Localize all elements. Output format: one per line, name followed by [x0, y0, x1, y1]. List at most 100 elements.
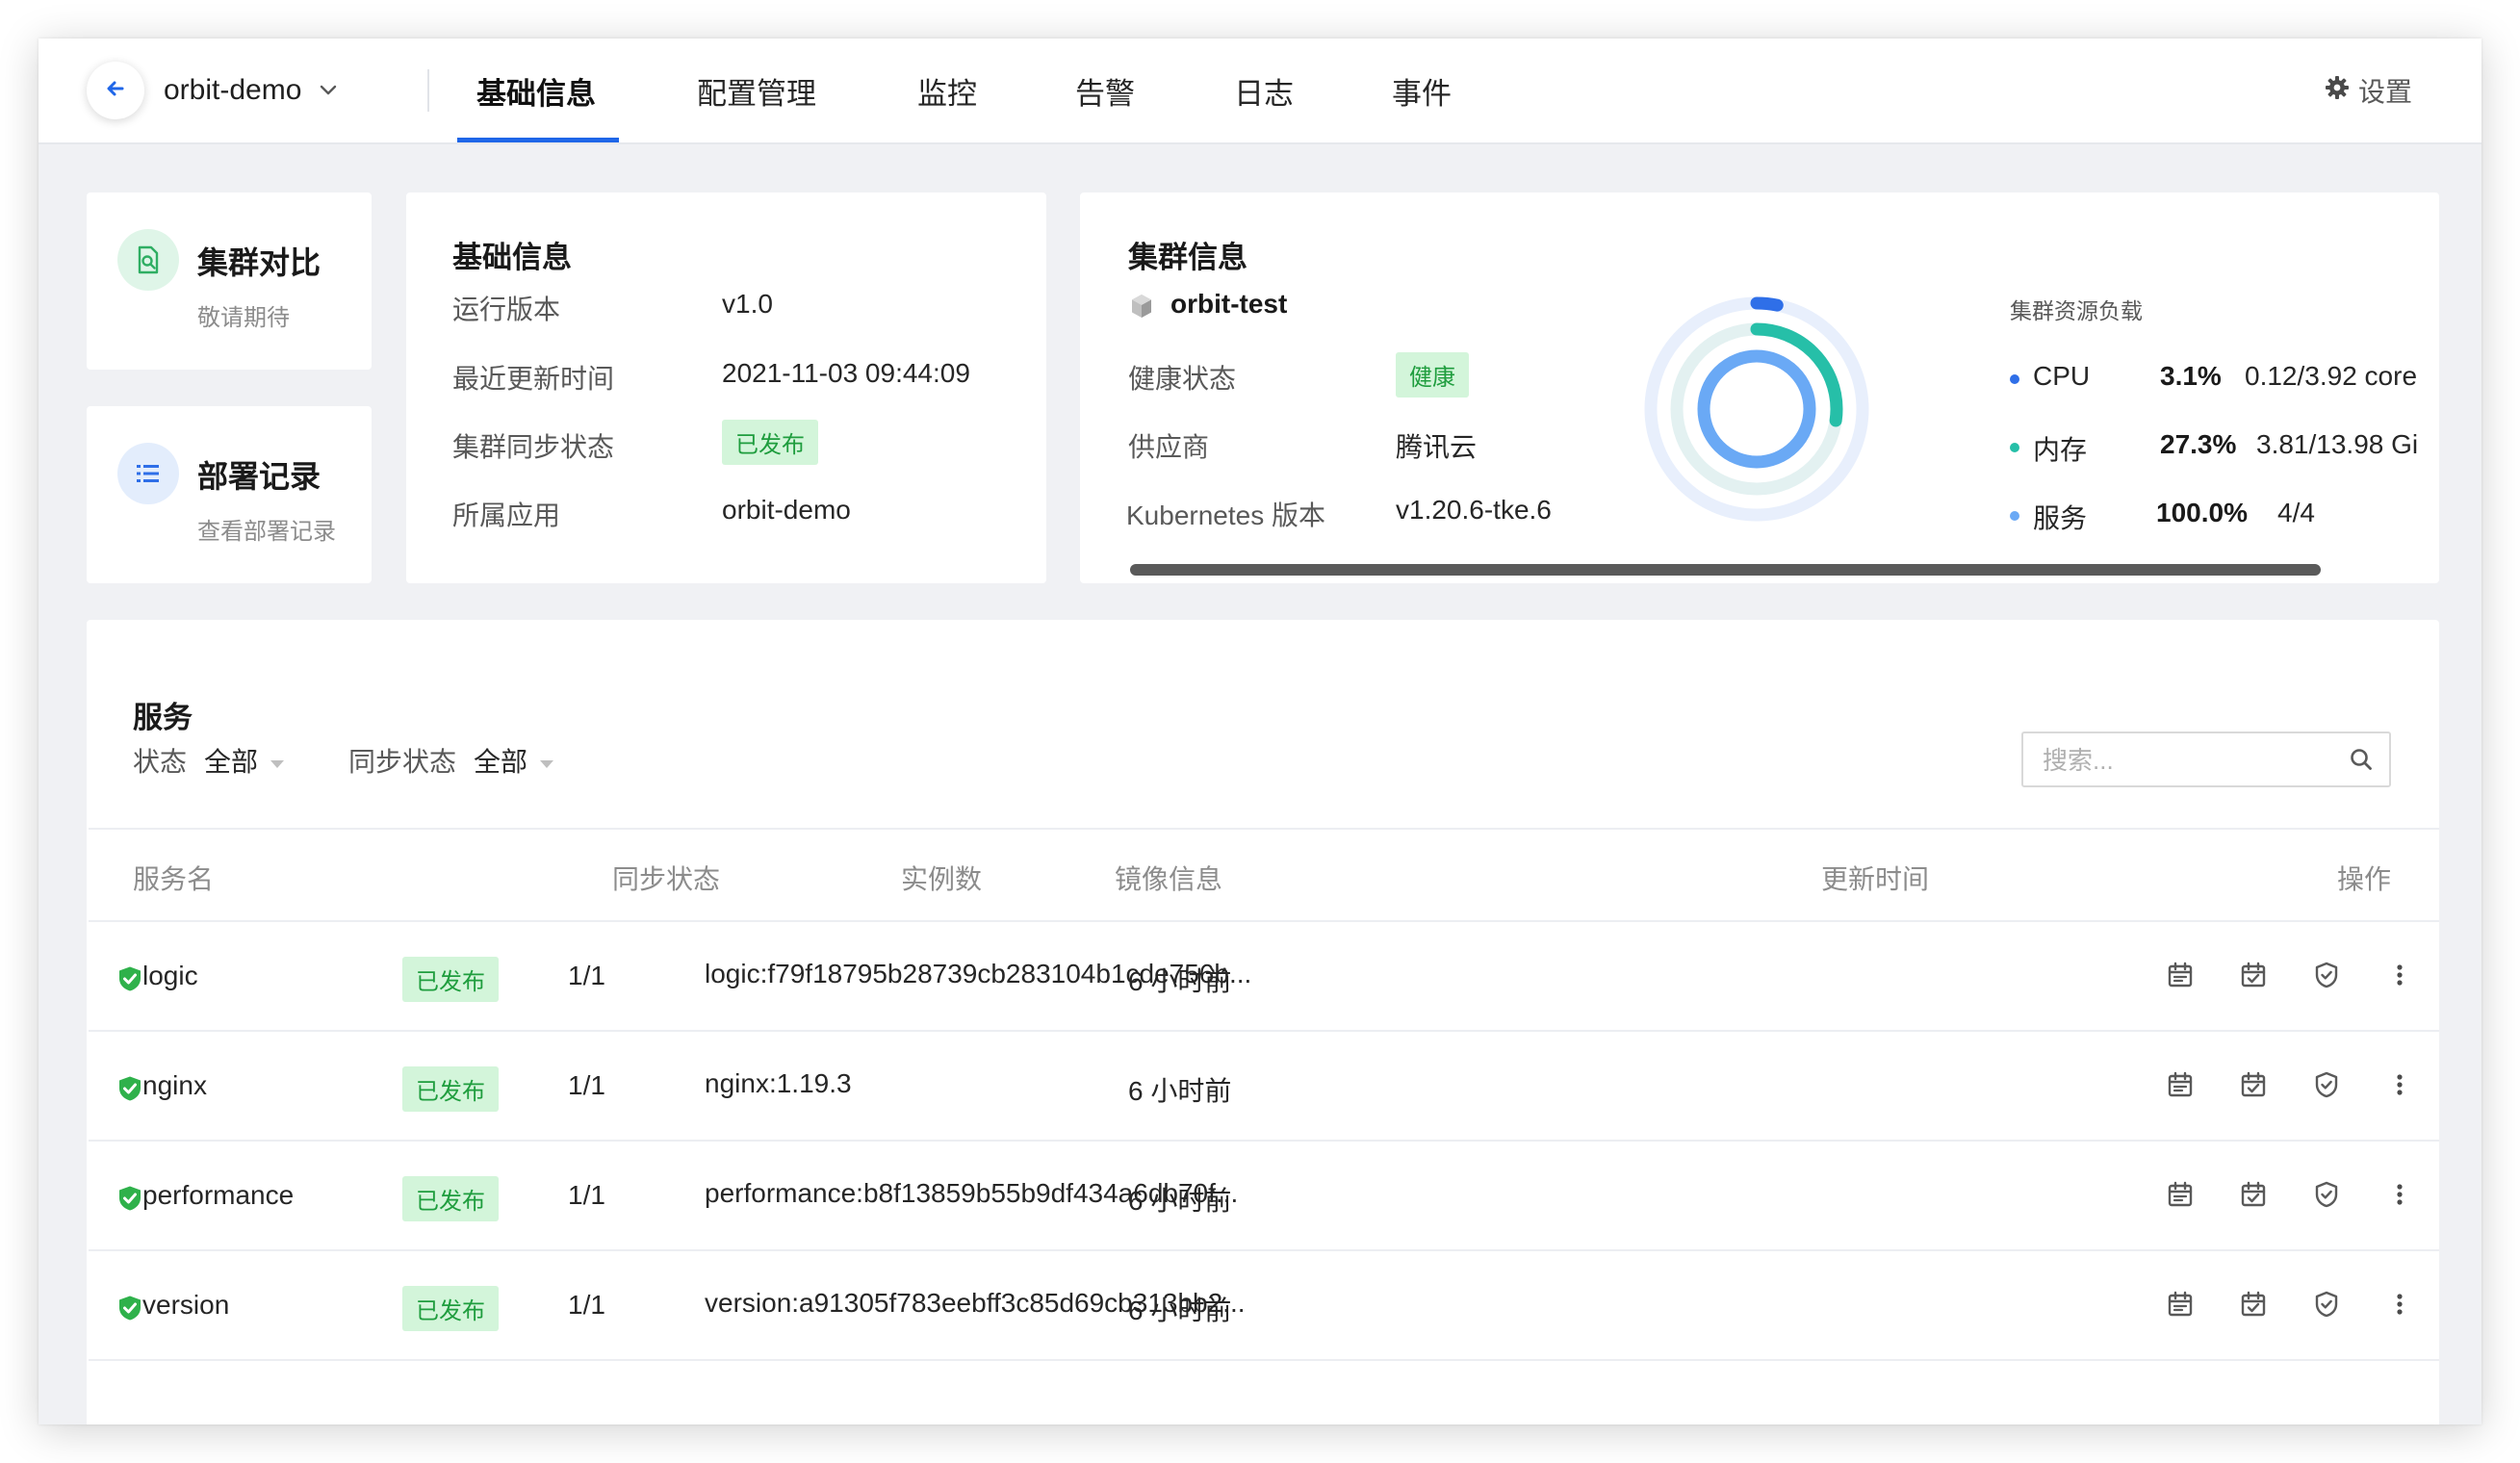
status-filter[interactable]: 状态 全部 — [133, 741, 285, 780]
memory-legend-percent: 27.3% — [2160, 429, 2237, 459]
cluster-info-card: 集群信息 orbit-test 健康状态 健康 供应商 腾讯云 Kubernet… — [1080, 192, 2439, 583]
tab-alerts[interactable]: 告警 — [1075, 38, 1135, 142]
app-window: orbit-demo 基础信息 配置管理 监控 告警 日志 事件 设置 集群对比… — [39, 38, 2481, 1424]
cpu-legend-name: CPU — [2033, 361, 2091, 391]
sync-status-badge: 已发布 — [402, 957, 499, 1002]
healthy-status-icon — [117, 1185, 142, 1217]
col-instances: 实例数 — [901, 864, 983, 894]
service-name[interactable]: version — [142, 1290, 229, 1321]
instance-count: 1/1 — [568, 1290, 605, 1320]
service-name[interactable]: performance — [142, 1180, 294, 1211]
more-vertical-icon[interactable] — [2395, 1290, 2404, 1323]
more-vertical-icon[interactable] — [2395, 1180, 2404, 1214]
sync-status-badge: 已发布 — [402, 1286, 499, 1331]
search-input[interactable] — [2041, 741, 2333, 780]
calendar-check-icon[interactable] — [2239, 1180, 2268, 1214]
horizontal-scrollbar[interactable] — [1130, 564, 2321, 576]
cluster-sync-label: 集群同步状态 — [452, 432, 615, 462]
compare-doc-icon — [117, 229, 179, 291]
provider-label: 供应商 — [1128, 432, 1210, 462]
search-icon[interactable] — [2349, 747, 2374, 777]
updated-time: 6 小时前 — [1128, 1076, 1232, 1106]
calendar-check-icon[interactable] — [2239, 961, 2268, 994]
deploy-records-card[interactable]: 部署记录 查看部署记录 — [87, 406, 372, 583]
instance-count: 1/1 — [568, 1070, 605, 1100]
sync-status-filter[interactable]: 同步状态 全部 — [348, 741, 554, 780]
compare-card-title: 集群对比 — [197, 245, 321, 280]
app-name: orbit-demo — [164, 74, 302, 106]
calendar-icon[interactable] — [2166, 961, 2195, 994]
owner-app-label: 所属应用 — [452, 500, 561, 530]
col-sync-status: 同步状态 — [612, 864, 721, 894]
tab-logs[interactable]: 日志 — [1234, 38, 1294, 142]
caret-down-icon — [539, 745, 554, 776]
shield-check-icon[interactable] — [2312, 961, 2341, 994]
healthy-status-icon — [117, 1075, 142, 1107]
sync-filter-label: 同步状态 — [348, 747, 457, 777]
col-image: 镜像信息 — [1115, 864, 1223, 894]
memory-legend-value: 3.81/13.98 Gi — [2256, 429, 2419, 459]
ring-arc-services — [1697, 349, 1816, 469]
sync-status-badge: 已发布 — [402, 1176, 499, 1221]
services-title: 服务 — [133, 701, 193, 734]
instance-count: 1/1 — [568, 961, 605, 990]
health-label: 健康状态 — [1128, 364, 1237, 394]
calendar-icon[interactable] — [2166, 1070, 2195, 1104]
calendar-icon[interactable] — [2166, 1290, 2195, 1323]
cluster-info-title: 集群信息 — [1128, 241, 1247, 274]
table-header-top-border — [89, 828, 2439, 830]
back-button[interactable] — [87, 62, 144, 119]
running-version-label: 运行版本 — [452, 295, 561, 324]
tab-basic-info[interactable]: 基础信息 — [476, 38, 596, 142]
app-selector[interactable]: orbit-demo — [164, 67, 338, 114]
cpu-legend-value: 0.12/3.92 core — [2245, 361, 2418, 391]
more-vertical-icon[interactable] — [2395, 961, 2404, 994]
cube-icon — [1128, 293, 1155, 324]
running-version-value: v1.0 — [722, 289, 773, 319]
settings-button[interactable]: 设置 — [2324, 67, 2412, 114]
cluster-sync-badge: 已发布 — [722, 420, 818, 465]
status-filter-label: 状态 — [133, 747, 188, 777]
search-box — [2021, 732, 2391, 787]
health-badge: 健康 — [1396, 352, 1469, 398]
provider-value: 腾讯云 — [1396, 432, 1478, 462]
shield-check-icon[interactable] — [2312, 1180, 2341, 1214]
basic-info-card: 基础信息 运行版本 v1.0 最近更新时间 2021-11-03 09:44:0… — [406, 192, 1046, 583]
table-row: logic 已发布 1/1 logic:f79f18795b28739cb283104… — [89, 922, 2439, 1032]
tab-config-management[interactable]: 配置管理 — [697, 38, 816, 142]
healthy-status-icon — [117, 965, 142, 997]
calendar-check-icon[interactable] — [2239, 1290, 2268, 1323]
header-divider — [427, 69, 429, 112]
cluster-name: orbit-test — [1170, 289, 1288, 319]
service-name[interactable]: nginx — [142, 1070, 207, 1101]
more-vertical-icon[interactable] — [2395, 1070, 2404, 1104]
shield-check-icon[interactable] — [2312, 1070, 2341, 1104]
col-actions: 操作 — [2337, 864, 2392, 894]
calendar-check-icon[interactable] — [2239, 1070, 2268, 1104]
col-updated: 更新时间 — [1821, 864, 1930, 894]
updated-time: 6 小时前 — [1128, 1186, 1232, 1216]
services-legend-name: 服务 — [2033, 503, 2088, 533]
memory-legend-name: 内存 — [2033, 435, 2088, 465]
shield-check-icon[interactable] — [2312, 1290, 2341, 1323]
table-row: nginx 已发布 1/1 nginx:1.19.3 6 小时前 — [89, 1032, 2439, 1142]
cluster-compare-card[interactable]: 集群对比 敬请期待 — [87, 192, 372, 370]
tab-events[interactable]: 事件 — [1392, 38, 1452, 142]
caret-down-icon — [270, 745, 285, 776]
last-update-value: 2021-11-03 09:44:09 — [722, 358, 970, 388]
settings-label: 设置 — [2357, 77, 2412, 107]
calendar-icon[interactable] — [2166, 1180, 2195, 1214]
service-name[interactable]: logic — [142, 961, 198, 991]
list-icon — [117, 443, 179, 504]
gear-icon — [2324, 74, 2358, 108]
services-legend-dot — [2010, 511, 2019, 521]
tab-monitoring[interactable]: 监控 — [917, 38, 977, 142]
sync-status-badge: 已发布 — [402, 1066, 499, 1112]
sync-filter-value: 全部 — [474, 747, 528, 777]
active-tab-indicator — [457, 138, 619, 142]
owner-app-value: orbit-demo — [722, 495, 851, 525]
deploy-card-title: 部署记录 — [197, 459, 321, 494]
k8s-version-value: v1.20.6-tke.6 — [1396, 495, 1552, 525]
memory-legend-dot — [2010, 443, 2019, 452]
k8s-version-label: Kubernetes 版本 — [1126, 500, 1325, 530]
